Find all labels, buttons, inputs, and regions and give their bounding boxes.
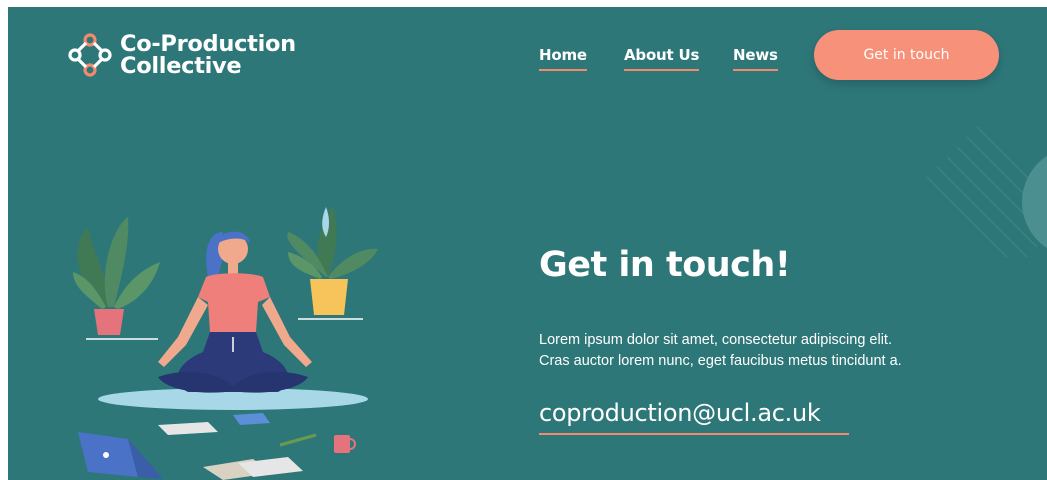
nav-link-news[interactable]: News: [733, 46, 778, 71]
nav-link-about-us[interactable]: About Us: [624, 46, 699, 71]
hero-title: Get in touch!: [539, 245, 791, 285]
brand-name-line2: Collective: [120, 53, 242, 79]
left-plant: [73, 217, 160, 340]
right-plant: [287, 205, 378, 320]
nav-link-home[interactable]: Home: [539, 46, 587, 71]
page-background: Co-Production Collective Home About Us N…: [8, 7, 1047, 480]
hero-description-line1: Lorem ipsum dolor sit amet, consectetur …: [539, 331, 892, 348]
brand-name-line1: Co-Production: [120, 31, 296, 57]
brand-logo[interactable]: Co-Production Collective: [66, 31, 296, 79]
brand-name: Co-Production Collective: [120, 31, 296, 79]
logo-diamond-icon: [68, 33, 112, 77]
contact-email-link[interactable]: coproduction@ucl.ac.uk: [539, 399, 849, 435]
meditation-illustration: [73, 205, 378, 480]
hero-description-line2: Cras auctor lorem nunc, eget faucibus me…: [539, 352, 902, 369]
floor-items: [78, 413, 356, 480]
hero-description: Lorem ipsum dolor sit amet, consectetur …: [539, 330, 999, 372]
decorative-circle-lines: [927, 126, 1047, 258]
get-in-touch-button[interactable]: Get in touch: [814, 30, 999, 80]
